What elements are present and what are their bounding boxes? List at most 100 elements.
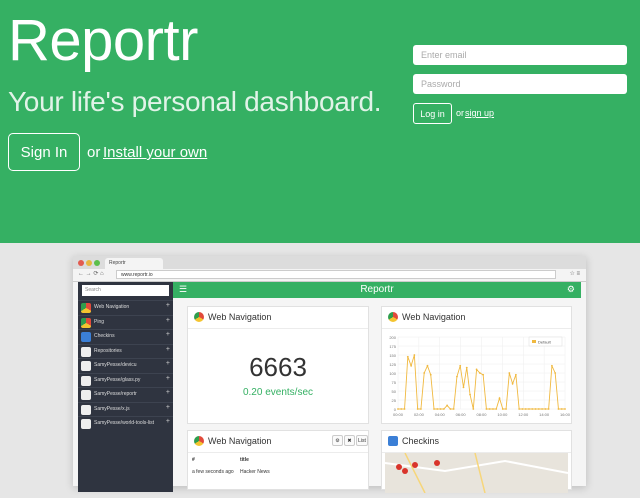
data-point	[518, 408, 521, 410]
y-tick-label: 75	[392, 380, 397, 385]
chart-card: Web Navigation 200 175 150 125 100 75 50 25 0 00:…	[381, 306, 572, 424]
github-icon	[81, 404, 91, 415]
card-header: Web Navigation ⚙ ✖ List	[188, 431, 368, 453]
chrome-icon	[194, 312, 204, 322]
install-link[interactable]: Install your own	[103, 144, 207, 161]
data-point	[560, 408, 563, 410]
password-field[interactable]: Password	[413, 74, 627, 94]
email-field[interactable]: Enter email	[413, 45, 627, 65]
data-point	[446, 404, 449, 407]
card-header: Web Navigation	[382, 307, 571, 329]
data-point	[465, 366, 468, 369]
sidebar-item-label: SamyPesse/x.js	[94, 405, 130, 412]
add-icon[interactable]: +	[166, 375, 170, 382]
settings-icon: ⚙	[332, 435, 343, 446]
data-point	[452, 408, 455, 410]
data-point	[524, 408, 527, 410]
data-point	[498, 397, 501, 400]
address-bar: www.reportr.io	[116, 270, 556, 279]
data-point	[420, 408, 422, 410]
data-point	[537, 408, 540, 410]
y-tick-label: 175	[389, 344, 396, 349]
x-tick-label: 06:00	[456, 412, 467, 417]
login-button[interactable]: Log in	[413, 103, 452, 124]
sidebar-item[interactable]: SamyPesse/x.js +	[78, 401, 173, 416]
data-point	[554, 372, 557, 374]
sign-in-button[interactable]: Sign In	[8, 133, 80, 171]
data-point	[528, 408, 530, 410]
x-tick-label: 14:00	[539, 412, 550, 417]
browser-menu-icon: ☆ ≡	[569, 271, 580, 277]
sidebar-item[interactable]: Repositories +	[78, 343, 173, 358]
search-input: Search	[82, 285, 169, 296]
data-point	[501, 408, 504, 410]
sidebar-item[interactable]: SamyPesse/reportr +	[78, 387, 173, 401]
map-graphic	[384, 452, 569, 494]
y-tick-label: 25	[392, 398, 397, 403]
close-icon: ✖	[344, 435, 355, 446]
sidebar-item[interactable]: Web Navigation +	[78, 300, 173, 314]
table-card: Web Navigation ⚙ ✖ List # title a few se…	[187, 430, 369, 490]
data-point	[433, 408, 435, 410]
card-title: Checkins	[402, 436, 440, 446]
app-header: ☰ Reportr ⚙	[173, 282, 581, 298]
app-sidebar: Search Web Navigation + Ping + Checkins + Repo…	[78, 282, 173, 492]
y-tick-label: 200	[389, 335, 396, 340]
minimize-dot-icon	[86, 260, 92, 266]
map-pin-icon	[412, 462, 418, 468]
data-point	[413, 354, 416, 356]
add-icon[interactable]: +	[166, 404, 170, 411]
data-point	[505, 408, 507, 410]
data-point	[564, 408, 566, 410]
data-point	[429, 373, 432, 376]
brand-title: Reportr	[8, 8, 198, 73]
sidebar-item[interactable]: SamyPesse/glass.py +	[78, 372, 173, 387]
data-point	[403, 408, 406, 410]
add-icon[interactable]: +	[166, 302, 170, 309]
or-small-text: or	[456, 108, 465, 118]
sidebar-item[interactable]: Checkins +	[78, 329, 173, 343]
sidebar-item-label: Web Navigation	[94, 304, 130, 310]
add-icon[interactable]: +	[166, 331, 170, 338]
sidebar-item-label: Repositories	[94, 347, 122, 354]
signup-link[interactable]: sign up	[465, 108, 494, 118]
legend-swatch	[532, 340, 536, 343]
line-chart: 200175150125100755025000:00 02:00 04:00 06:…	[389, 335, 571, 417]
github-icon	[81, 390, 91, 400]
checkbox-icon	[388, 436, 398, 446]
data-point	[449, 408, 452, 410]
x-tick-label: 16:00	[560, 412, 571, 417]
map-pin-icon	[396, 464, 402, 470]
data-point	[508, 372, 511, 374]
x-tick-label: 02:00	[414, 412, 425, 417]
data-point	[426, 364, 429, 367]
x-tick-label: 08:00	[476, 412, 487, 417]
data-point	[478, 372, 481, 374]
add-icon[interactable]: +	[166, 389, 170, 396]
browser-tab: Reportr	[105, 258, 163, 269]
sidebar-item[interactable]: SamyPesse/world-tools-list +	[78, 416, 173, 430]
data-point	[436, 408, 439, 410]
checkins-map	[384, 452, 569, 494]
data-point	[462, 386, 465, 389]
data-point	[492, 408, 494, 410]
add-icon[interactable]: +	[166, 418, 170, 425]
data-point	[541, 408, 543, 410]
sidebar-item[interactable]: SamyPesse/devicu +	[78, 358, 173, 372]
checkins-card: Checkins	[381, 430, 572, 494]
data-point	[472, 408, 475, 410]
y-tick-label: 100	[389, 371, 396, 376]
data-point	[442, 408, 445, 410]
data-point	[423, 372, 426, 374]
add-icon[interactable]: +	[166, 360, 170, 367]
add-icon[interactable]: +	[166, 317, 170, 324]
data-point	[521, 408, 524, 410]
data-point	[439, 408, 442, 410]
data-point	[485, 408, 488, 410]
y-tick-label: 150	[389, 353, 396, 358]
counter-card: Web Navigation 6663 0.20 events/sec	[187, 306, 369, 424]
gear-icon: ⚙	[566, 284, 575, 294]
sidebar-item[interactable]: Ping +	[78, 314, 173, 329]
data-point	[514, 373, 517, 376]
add-icon[interactable]: +	[166, 346, 170, 353]
